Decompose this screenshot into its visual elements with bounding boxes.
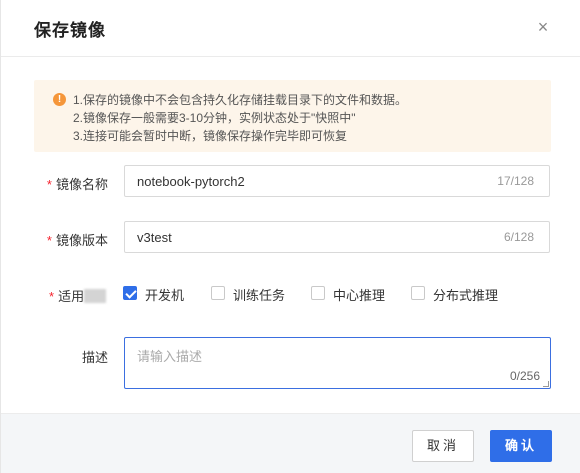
confirm-button[interactable]: 确认 [490, 430, 552, 462]
required-mark: * [46, 233, 52, 248]
dialog-header: 保存镜像 × [1, 0, 580, 57]
checkbox-label: 分布式推理 [433, 288, 499, 303]
description-textarea[interactable]: 请输入描述 0/256 [124, 337, 551, 389]
dialog-title: 保存镜像 [34, 21, 106, 40]
image-version-count: 6/128 [503, 230, 534, 244]
image-name-label: * 镜像名称 [46, 177, 108, 192]
image-version-input[interactable]: v3test 6/128 [124, 221, 550, 253]
description-placeholder: 请输入描述 [137, 349, 203, 364]
cancel-button[interactable]: 取消 [412, 430, 474, 462]
description-count: 0/256 [509, 369, 540, 383]
redacted-text [84, 289, 107, 303]
required-mark: * [49, 289, 55, 304]
checkbox-icon[interactable] [211, 286, 225, 300]
notice-banner: ! 1.保存的镜像中不会包含持久化存储挂载目录下的文件和数据。 2.镜像保存一般… [34, 80, 551, 152]
checkbox-label: 开发机 [145, 288, 185, 303]
close-icon[interactable]: × [534, 17, 552, 37]
image-name-count: 17/128 [497, 174, 534, 188]
notice-text: 1.保存的镜像中不会包含持久化存储挂载目录下的文件和数据。 2.镜像保存一般需要… [73, 91, 407, 145]
checkbox-icon[interactable] [411, 286, 425, 300]
applicable-label: * 适用 [34, 286, 108, 305]
resize-handle-icon[interactable] [543, 381, 549, 387]
image-version-label: * 镜像版本 [46, 233, 108, 248]
dialog-footer: 取消 确认 [1, 413, 580, 473]
checkbox-label: 中心推理 [333, 288, 386, 303]
checkbox-label: 训练任务 [233, 288, 286, 303]
notice-line: 3.连接可能会暂时中断，镜像保存操作完毕即可恢复 [73, 129, 348, 143]
notice-line: 2.镜像保存一般需要3-10分钟，实例状态处于"快照中" [73, 111, 356, 125]
image-name-input[interactable]: notebook-pytorch2 17/128 [124, 165, 550, 197]
image-version-value: v3test [137, 230, 172, 245]
checkbox-checked-icon[interactable] [123, 286, 137, 300]
notice-line: 1.保存的镜像中不会包含持久化存储挂载目录下的文件和数据。 [73, 93, 408, 107]
warning-icon: ! [53, 93, 66, 106]
save-image-dialog: 保存镜像 × ! 1.保存的镜像中不会包含持久化存储挂载目录下的文件和数据。 2… [0, 0, 580, 473]
required-mark: * [46, 177, 52, 192]
image-name-value: notebook-pytorch2 [137, 174, 245, 189]
checkbox-icon[interactable] [311, 286, 325, 300]
description-label: 描述 [81, 350, 108, 365]
